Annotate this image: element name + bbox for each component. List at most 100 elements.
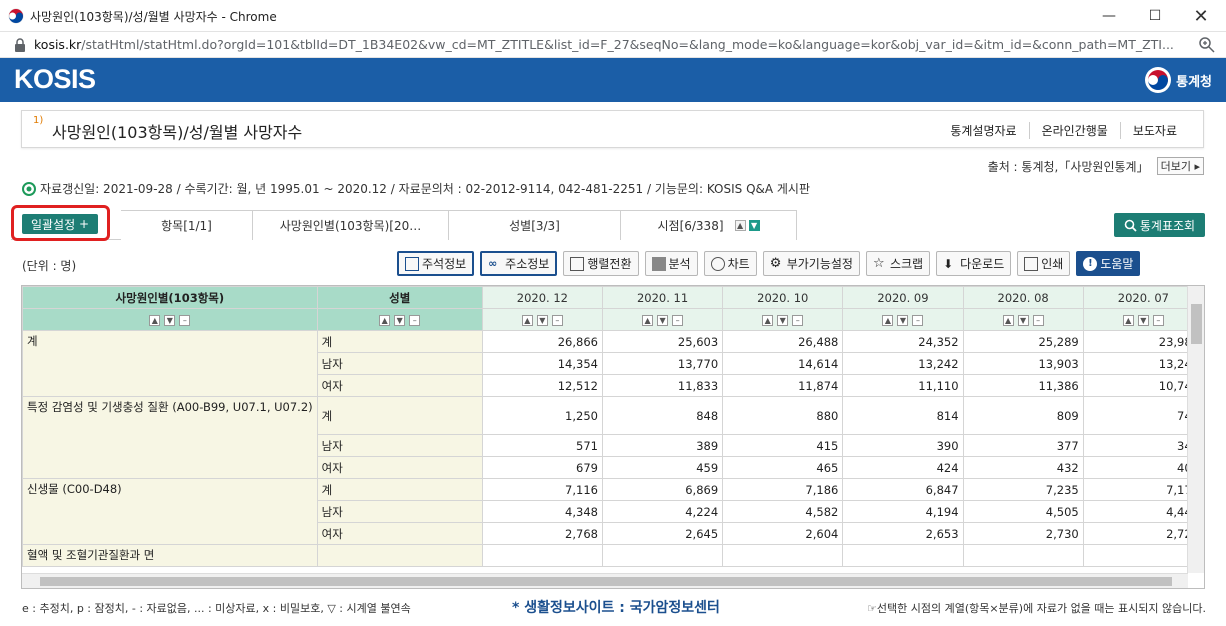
download-button[interactable]: ⬇ 다운로드	[936, 251, 1012, 276]
analysis-button[interactable]: 분석	[644, 251, 698, 276]
data-cell[interactable]: 25,289	[962, 330, 1084, 353]
chart-button[interactable]: 차트	[703, 251, 757, 276]
data-cell[interactable]: 13,242	[842, 352, 964, 375]
sort-desc-icon[interactable]: ▼	[1137, 314, 1149, 326]
data-cell[interactable]	[962, 544, 1084, 567]
sort-desc-icon[interactable]: ▼	[657, 314, 669, 326]
data-cell[interactable]: 415	[722, 434, 844, 457]
horizontal-scroll-thumb[interactable]	[40, 577, 1172, 586]
data-cell[interactable]: 2,604	[722, 522, 844, 545]
data-cell[interactable]: 4,194	[842, 500, 964, 523]
zoom-icon[interactable]	[1198, 36, 1216, 54]
data-cell[interactable]: 13,903	[962, 352, 1084, 375]
data-cell[interactable]	[722, 544, 844, 567]
minimize-button[interactable]: —	[1086, 0, 1132, 32]
footnote-marker[interactable]: 1)	[33, 115, 43, 126]
tab-cause[interactable]: 사망원인별(103항목)[20…	[253, 210, 449, 240]
maximize-button[interactable]: ☐	[1132, 0, 1178, 32]
tab-sex[interactable]: 성별[3/3]	[449, 210, 621, 240]
notes-button[interactable]: 주석정보	[397, 251, 475, 276]
sort-reset-icon[interactable]: –	[409, 314, 421, 326]
sort-asc-icon[interactable]: ▲	[1002, 314, 1014, 326]
data-cell[interactable]: 4,505	[962, 500, 1084, 523]
data-cell[interactable]: 424	[842, 456, 964, 479]
data-cell[interactable]: 23,989	[1082, 330, 1204, 353]
data-cell[interactable]: 4,348	[481, 500, 603, 523]
data-cell[interactable]: 4,582	[722, 500, 844, 523]
agency-logo[interactable]: 통계청	[1144, 66, 1212, 94]
data-cell[interactable]: 26,488	[722, 330, 844, 353]
data-cell[interactable]	[481, 544, 603, 567]
data-cell[interactable]: 400	[1082, 456, 1204, 479]
data-cell[interactable]: 25,603	[601, 330, 724, 353]
data-cell[interactable]: 4,446	[1082, 500, 1204, 523]
data-cell[interactable]: 2,730	[962, 522, 1084, 545]
data-cell[interactable]: 13,246	[1082, 352, 1204, 375]
transpose-button[interactable]: 행렬전환	[563, 251, 639, 276]
data-cell[interactable]: 2,768	[481, 522, 603, 545]
data-grid[interactable]: 사망원인별(103항목) 성별 2020. 12 2020. 11 2020. 10 20…	[21, 285, 1205, 589]
data-cell[interactable]	[601, 544, 724, 567]
data-cell[interactable]: 432	[962, 456, 1084, 479]
press-release-link[interactable]: 보도자료	[1119, 122, 1189, 139]
url-text[interactable]: kosis.kr/statHtml/statHtml.do?orgId=101&…	[34, 37, 1189, 52]
sort-desc-icon[interactable]: ▼	[1017, 314, 1029, 326]
sort-desc-icon[interactable]: ▼	[394, 314, 406, 326]
data-cell[interactable]: 26,866	[481, 330, 603, 353]
sort-reset-icon[interactable]: –	[792, 314, 804, 326]
sort-desc-icon[interactable]: ▼	[536, 314, 548, 326]
data-cell[interactable]: 13,770	[601, 352, 724, 375]
sort-asc-icon[interactable]: ▲	[762, 314, 774, 326]
data-cell[interactable]: 7,116	[481, 478, 603, 501]
chevron-up-icon[interactable]: ▲	[734, 220, 746, 231]
data-cell[interactable]: 679	[481, 456, 603, 479]
sort-asc-icon[interactable]: ▲	[1122, 314, 1134, 326]
data-cell[interactable]: 11,833	[601, 374, 724, 397]
life-info-link[interactable]: * 생활정보사이트 : 국가암정보센터	[512, 597, 720, 617]
kosis-logo[interactable]: KOSIS	[14, 64, 96, 95]
sort-asc-icon[interactable]: ▲	[882, 314, 894, 326]
scrap-button[interactable]: ☆ 스크랩	[865, 251, 931, 276]
data-cell[interactable]: 7,186	[722, 478, 844, 501]
help-button[interactable]: ! 도움말	[1076, 251, 1141, 276]
data-cell[interactable]: 390	[842, 434, 964, 457]
sort-desc-icon[interactable]: ▼	[164, 314, 176, 326]
data-cell[interactable]: 571	[481, 434, 603, 457]
online-publication-link[interactable]: 온라인간행물	[1028, 122, 1120, 139]
batch-settings-button[interactable]: 일괄설정 +	[22, 214, 98, 234]
tab-period[interactable]: 시점[6/338] ▲ ▼	[621, 210, 797, 240]
data-cell[interactable]: 10,743	[1082, 374, 1204, 397]
sort-desc-icon[interactable]: ▼	[777, 314, 789, 326]
data-cell[interactable]	[1082, 544, 1204, 567]
data-cell[interactable]: 12,512	[481, 374, 603, 397]
stat-description-link[interactable]: 통계설명자료	[938, 122, 1028, 139]
vertical-scroll-thumb[interactable]	[1191, 304, 1202, 344]
data-cell[interactable]: 377	[962, 434, 1084, 457]
address-bar[interactable]: kosis.kr/statHtml/statHtml.do?orgId=101&…	[0, 32, 1226, 58]
sort-reset-icon[interactable]: –	[912, 314, 924, 326]
data-cell[interactable]: 1,250	[481, 396, 603, 435]
sort-desc-icon[interactable]: ▼	[897, 314, 909, 326]
vertical-scrollbar[interactable]	[1187, 286, 1204, 573]
data-cell[interactable]: 11,110	[842, 374, 964, 397]
data-cell[interactable]: 347	[1082, 434, 1204, 457]
data-cell[interactable]: 389	[601, 434, 724, 457]
horizontal-scrollbar[interactable]	[22, 573, 1188, 588]
data-cell[interactable]: 2,724	[1082, 522, 1204, 545]
data-cell[interactable]: 880	[722, 396, 844, 435]
data-cell[interactable]: 747	[1082, 396, 1204, 435]
tab-item[interactable]: 항목[1/1]	[121, 210, 253, 240]
query-table-button[interactable]: 통계표조회	[1114, 213, 1205, 237]
print-button[interactable]: 인쇄	[1017, 251, 1071, 276]
sort-reset-icon[interactable]: –	[672, 314, 684, 326]
data-cell[interactable]: 809	[962, 396, 1084, 435]
more-button[interactable]: 더보기 ▸	[1156, 157, 1204, 175]
data-cell[interactable]: 2,645	[601, 522, 724, 545]
data-cell[interactable]: 14,614	[722, 352, 844, 375]
sort-reset-icon[interactable]: –	[1152, 314, 1164, 326]
data-cell[interactable]: 465	[722, 456, 844, 479]
data-cell[interactable]: 2,653	[842, 522, 964, 545]
data-cell[interactable]: 848	[601, 396, 724, 435]
data-cell[interactable]: 6,847	[842, 478, 964, 501]
address-info-button[interactable]: ∞ 주소정보	[480, 251, 558, 276]
